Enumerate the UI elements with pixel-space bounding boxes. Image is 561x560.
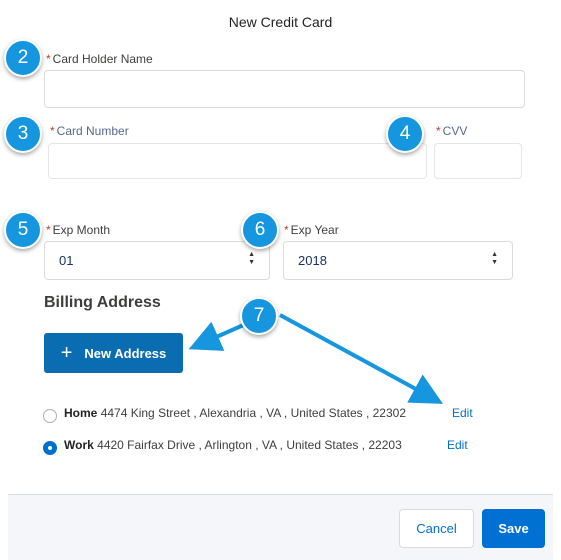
address-home: Home 4474 King Street , Alexandria , VA … [64,406,406,420]
callout-badge-3: 3 [4,115,42,153]
required-marker: * [46,52,51,66]
required-marker: * [50,124,55,138]
save-button[interactable]: Save [482,509,545,548]
arrow-to-edit [279,313,444,404]
address-radio-home[interactable] [43,409,57,423]
select-arrows-icon: ▲ ▼ [248,251,255,266]
required-marker: * [284,223,289,237]
card-number-label: * Card Number [50,124,129,138]
exp-month-label: * Exp Month [46,223,110,237]
cvv-label: * CVV [436,124,467,138]
select-arrows-icon: ▲ ▼ [491,251,498,266]
card-number-input[interactable] [48,143,427,179]
address-work: Work 4420 Fairfax Drive , Arlington , VA… [64,438,402,452]
required-marker: * [436,124,441,138]
plus-icon: + [60,342,73,364]
required-marker: * [46,223,51,237]
cvv-input[interactable] [434,143,522,179]
callout-badge-4: 4 [386,115,424,153]
address-radio-work[interactable] [43,441,57,455]
cvv-label-text: CVV [442,124,468,138]
exp-month-value: 01 [59,253,74,268]
card-holder-label-text: Card Holder Name [52,52,153,66]
exp-year-label-text: Exp Year [290,223,339,237]
callout-badge-7: 7 [240,297,278,335]
billing-address-title: Billing Address [44,294,161,311]
exp-year-value: 2018 [298,253,327,268]
exp-year-select[interactable]: 2018 ▲ ▼ [283,241,513,280]
edit-home-link[interactable]: Edit [452,406,473,420]
card-holder-input[interactable] [44,70,525,108]
card-holder-label: * Card Holder Name [46,52,153,66]
callout-badge-2: 2 [4,39,42,77]
address-text: 4474 King Street , Alexandria , VA , Uni… [100,406,406,420]
card-number-label-text: Card Number [56,124,129,138]
callout-badge-6: 6 [241,211,279,249]
cancel-button[interactable]: Cancel [399,509,474,548]
address-name: Work [64,438,94,452]
exp-month-select[interactable]: 01 ▲ ▼ [44,241,270,280]
arrow-to-new-address [188,321,249,351]
address-text: 4420 Fairfax Drive , Arlington , VA , Un… [97,438,402,452]
callout-badge-5: 5 [4,211,42,249]
new-address-button[interactable]: + New Address [44,333,183,373]
address-name: Home [64,406,98,420]
modal-title: New Credit Card [228,14,333,30]
edit-work-link[interactable]: Edit [447,438,468,452]
exp-month-label-text: Exp Month [52,223,111,237]
exp-year-label: * Exp Year [284,223,339,237]
new-address-label: New Address [84,345,167,361]
